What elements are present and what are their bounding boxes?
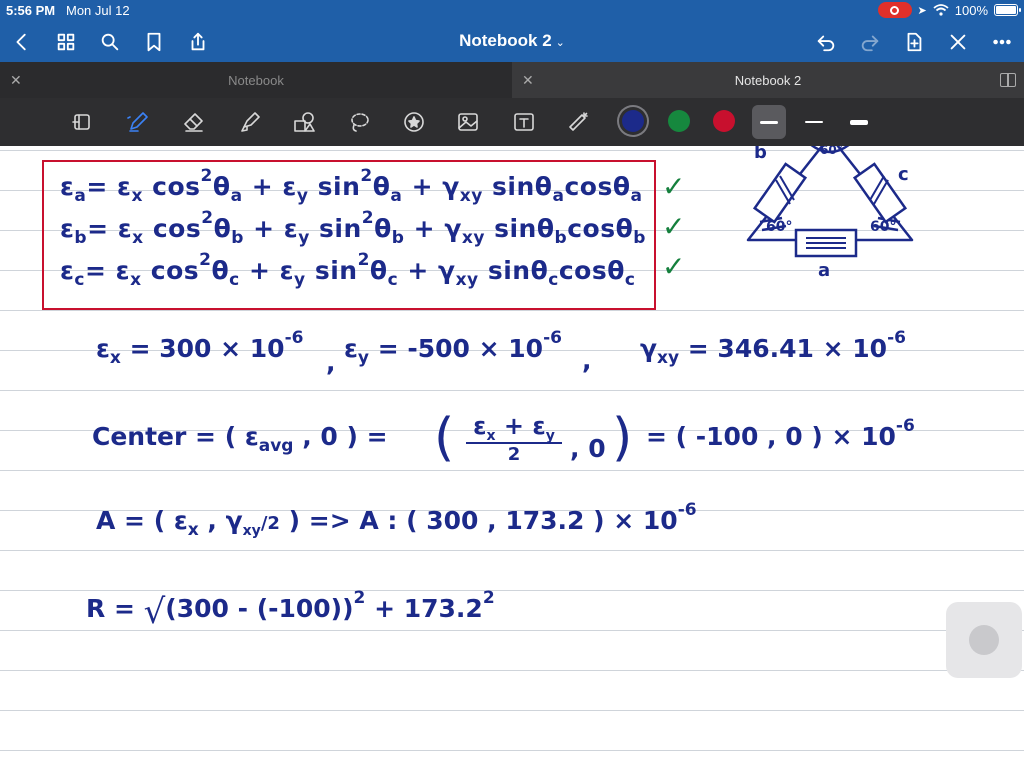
comma: , [582,346,592,375]
open-paren: ( [434,408,455,468]
screen-recording-icon[interactable] [877,2,912,18]
ruled-line [0,310,1024,311]
search-icon[interactable] [98,30,122,54]
tab-notebook-2[interactable]: ✕ Notebook 2 [512,62,1024,98]
pen-icon[interactable] [124,108,152,136]
gauge-label-b: b [754,146,767,163]
ruled-line [0,710,1024,711]
battery-percent: 100% [954,2,988,18]
highlighter-icon[interactable] [236,108,264,136]
image-icon[interactable] [454,108,482,136]
check-mark: ✓ [662,170,686,203]
strain-equation-b: εb= εx cos2θb + εy sin2θb + γxy sinθbcos… [60,208,646,248]
gauge-label-a: a [818,260,830,281]
check-mark: ✓ [662,210,686,243]
drawing-toolbar [0,98,1024,146]
strain-equation-c: εc= εx cos2θc + εy sin2θc + γxy sinθccos… [60,250,636,290]
status-time: 5:56 PM [6,3,56,18]
strain-ex: εx = 300 × 10-6 [96,328,304,368]
ruled-line [0,670,1024,671]
color-swatch-navy[interactable] [622,110,644,132]
floating-assistive-button[interactable] [946,602,1022,678]
bookmark-icon[interactable] [142,30,166,54]
equation-box: εa= εx cos2θa + εy sin2θa + γxy sinθacos… [42,160,656,310]
shapes-icon[interactable] [290,108,318,136]
color-swatch-red[interactable] [713,110,735,132]
ruled-line [0,550,1024,551]
page-icon[interactable] [68,108,96,136]
lasso-icon[interactable] [346,108,374,136]
center-fraction-tail: , 0 [570,434,606,463]
center-label: Center = ( εavg , 0 ) = [92,422,388,456]
center-result: = ( -100 , 0 ) × 10-6 [646,416,915,451]
point-a-line: A = ( εx , γxy/2 ) => A : ( 300 , 173.2 … [96,500,697,540]
redo-icon[interactable] [858,30,882,54]
stroke-width-thin[interactable] [752,105,786,139]
more-icon[interactable] [990,30,1014,54]
floating-button-dot [969,625,999,655]
radius-line: R = √(300 - (-100))2 + 173.22 [86,588,495,632]
strain-gxy: γxy = 346.41 × 10-6 [640,328,906,368]
add-page-icon[interactable] [902,30,926,54]
wifi-icon [933,4,949,16]
split-view-icon[interactable] [1000,73,1016,87]
stroke-width-medium[interactable] [797,105,831,139]
angle-label: 60° [766,219,792,235]
avg-fraction: εx + εy 2 [466,412,562,465]
close-paren: ) [612,408,633,468]
tab-notebook[interactable]: ✕ Notebook [0,62,512,98]
strain-rosette-diagram: 60° 60° 60° a b c [746,146,914,281]
text-icon[interactable] [510,108,538,136]
comma: , [326,348,336,377]
back-icon[interactable] [10,30,34,54]
nav-bar: Notebook 2 ⌄ [0,22,1024,62]
tab-label: Notebook 2 [734,73,802,88]
notebook-title-label: Notebook 2 [459,31,552,50]
notebook-page[interactable]: εa= εx cos2θa + εy sin2θa + γxy sinθacos… [0,146,1024,768]
chevron-down-icon: ⌄ [555,37,565,49]
status-date: Mon Jul 12 [66,3,130,18]
share-icon[interactable] [186,30,210,54]
angle-label: 60° [820,146,843,157]
angle-label: 60° [870,219,896,235]
strain-equation-a: εa= εx cos2θa + εy sin2θa + γxy sinθacos… [60,166,643,206]
strain-ey: εy = -500 × 10-6 [344,328,562,368]
gauge-label-c: c [898,164,909,185]
status-bar: 5:56 PM Mon Jul 12 ➤ 100% [0,0,1024,22]
sticker-icon[interactable] [400,108,428,136]
location-icon: ➤ [917,4,927,17]
ruled-line [0,470,1024,471]
ruled-line [0,750,1024,751]
undo-icon[interactable] [814,30,838,54]
close-icon[interactable] [946,30,970,54]
grid-icon[interactable] [54,30,78,54]
stroke-width-thick[interactable] [842,105,876,139]
tab-bar: ✕ Notebook ✕ Notebook 2 [0,62,1024,98]
check-mark: ✓ [662,250,686,283]
eraser-icon[interactable] [180,108,208,136]
battery-icon [994,4,1021,16]
ruled-line [0,390,1024,391]
color-swatch-green[interactable] [668,110,690,132]
laser-icon[interactable] [564,108,592,136]
tab-label: Notebook [228,73,284,88]
